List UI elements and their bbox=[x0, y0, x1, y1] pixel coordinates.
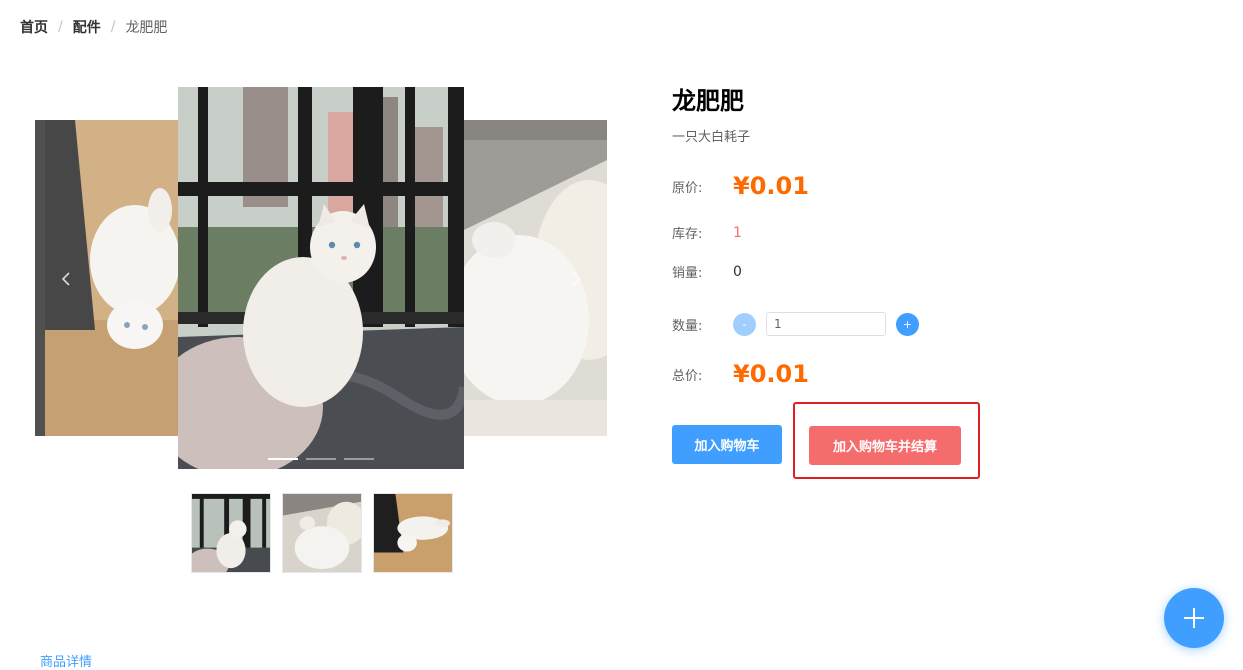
cat-by-window-thumbnail bbox=[192, 494, 270, 572]
breadcrumb-current: 龙肥肥 bbox=[125, 20, 168, 36]
tab-product-details[interactable]: 商品详情 bbox=[40, 651, 92, 670]
original-price: ¥0.01 bbox=[733, 172, 809, 200]
sales-value: 0 bbox=[733, 263, 742, 280]
total-row: 总价: ¥0.01 bbox=[672, 360, 809, 388]
carousel-indicator[interactable] bbox=[268, 458, 298, 460]
thumbnail-1[interactable] bbox=[191, 493, 271, 573]
plus-icon bbox=[1184, 608, 1204, 628]
breadcrumb-category[interactable]: 配件 bbox=[73, 17, 101, 37]
quantity-stepper: - + bbox=[733, 312, 919, 336]
quantity-label: 数量: bbox=[672, 318, 703, 334]
carousel-indicator[interactable] bbox=[306, 458, 336, 460]
add-to-cart-button[interactable]: 加入购物车 bbox=[672, 425, 782, 464]
breadcrumb: 首页 / 配件 / 龙肥肥 bbox=[20, 17, 167, 37]
cat-on-floor-thumbnail bbox=[374, 494, 452, 572]
stock-label: 库存: bbox=[672, 227, 703, 242]
cat-on-bed-thumbnail bbox=[283, 494, 361, 572]
quantity-input[interactable] bbox=[766, 312, 886, 336]
carousel-next-button[interactable] bbox=[558, 261, 594, 297]
thumbnail-list bbox=[191, 493, 453, 573]
floating-add-button[interactable] bbox=[1164, 588, 1224, 648]
original-price-label: 原价: bbox=[672, 180, 703, 196]
breadcrumb-separator: / bbox=[110, 19, 116, 35]
chevron-left-icon bbox=[61, 272, 70, 286]
carousel-indicator[interactable] bbox=[344, 458, 374, 460]
carousel-prev-button[interactable] bbox=[48, 261, 84, 297]
increase-quantity-button[interactable]: + bbox=[896, 312, 919, 336]
sales-row: 销量: 0 bbox=[672, 262, 742, 282]
breadcrumb-separator: / bbox=[58, 19, 63, 35]
product-page: 首页 / 配件 / 龙肥肥 龙肥肥 一只大白耗子 原价: ¥0.01 库存: 1… bbox=[0, 0, 1243, 670]
thumbnail-2[interactable] bbox=[282, 493, 362, 573]
image-carousel bbox=[35, 87, 607, 469]
total-price: ¥0.01 bbox=[733, 360, 809, 388]
carousel-slide-active[interactable] bbox=[178, 87, 464, 469]
thumbnail-3[interactable] bbox=[373, 493, 453, 573]
product-description: 一只大白耗子 bbox=[672, 130, 751, 145]
original-price-row: 原价: ¥0.01 bbox=[672, 172, 809, 200]
stock-row: 库存: 1 bbox=[672, 223, 742, 243]
decrease-quantity-button[interactable]: - bbox=[733, 312, 756, 336]
chevron-right-icon bbox=[572, 272, 581, 286]
breadcrumb-home[interactable]: 首页 bbox=[20, 17, 48, 37]
product-name: 龙肥肥 bbox=[672, 87, 744, 115]
sales-label: 销量: bbox=[672, 266, 703, 281]
stock-value: 1 bbox=[733, 224, 742, 241]
total-label: 总价: bbox=[672, 368, 703, 384]
quantity-row: 数量: - + bbox=[672, 312, 919, 336]
product-info: 龙肥肥 一只大白耗子 原价: ¥0.01 库存: 1 销量: 0 数量: - +… bbox=[672, 84, 1092, 479]
carousel-indicators bbox=[268, 458, 374, 460]
cat-by-window-image bbox=[178, 87, 464, 469]
add-to-cart-and-checkout-button[interactable]: 加入购物车并结算 bbox=[809, 426, 961, 465]
